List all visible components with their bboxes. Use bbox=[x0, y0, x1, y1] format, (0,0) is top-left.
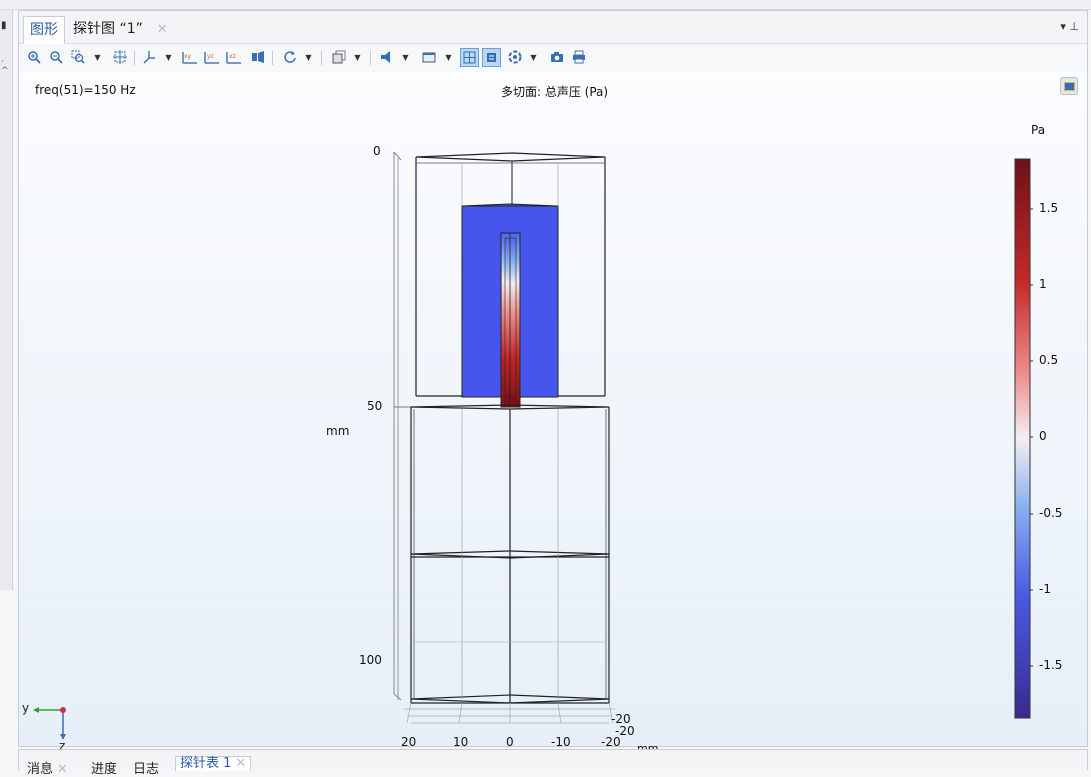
triad-y-label: y bbox=[22, 701, 30, 715]
view-yz-icon[interactable]: yz bbox=[203, 48, 221, 66]
y-tick: 0 bbox=[506, 735, 514, 749]
colorbar-tick: -0.5 bbox=[1039, 506, 1063, 520]
more-icon[interactable]: · ^ bbox=[1, 58, 9, 76]
y-tick: 10 bbox=[453, 735, 469, 749]
tab-probe-plot-label: 探针图 “1” bbox=[73, 21, 143, 37]
floor-grid bbox=[404, 702, 615, 724]
y-tick: 20 bbox=[401, 735, 417, 749]
transparency-dropdown-icon[interactable]: ▼ bbox=[444, 48, 453, 66]
colorbar-tick: 1.5 bbox=[1039, 201, 1059, 215]
left-side-strip: ▮ · ^ bbox=[0, 10, 13, 590]
toolbar-separator bbox=[370, 51, 371, 65]
colorbar-tick: 1 bbox=[1039, 277, 1047, 291]
zoom-in-icon[interactable] bbox=[25, 48, 43, 66]
toolbar-separator bbox=[134, 51, 135, 65]
close-icon[interactable]: ✕ bbox=[157, 22, 168, 37]
colorbar-tick: -1.5 bbox=[1039, 658, 1063, 672]
pin-icon[interactable]: ▮ bbox=[1, 20, 7, 31]
graphics-canvas[interactable]: freq(51)=150 Hz 多切面: 总声压 (Pa) 0 50 mm 10… bbox=[19, 73, 1087, 755]
x-tick: -20 bbox=[615, 724, 635, 738]
z-axis-ruler bbox=[393, 151, 411, 701]
tab-messages[interactable]: 消息 ✕ bbox=[27, 758, 68, 777]
z-tick: 0 bbox=[373, 144, 381, 158]
y-tick: -10 bbox=[551, 735, 571, 749]
print-icon[interactable] bbox=[570, 48, 588, 66]
zoom-box-icon[interactable] bbox=[69, 48, 87, 66]
plot-scene bbox=[33, 151, 1033, 740]
tab-progress[interactable]: 进度 bbox=[91, 758, 117, 777]
colorbar-tick: 0.5 bbox=[1039, 353, 1059, 367]
z-tick: 50 bbox=[367, 399, 383, 413]
tab-log-label: 日志 bbox=[133, 762, 160, 777]
screenshot-icon[interactable] bbox=[548, 48, 566, 66]
tab-progress-label: 进度 bbox=[91, 762, 118, 777]
z-axis-unit: mm bbox=[326, 424, 350, 438]
zoom-out-icon[interactable] bbox=[47, 48, 65, 66]
show-grid-icon[interactable] bbox=[460, 48, 479, 67]
pressure-slice-surface bbox=[461, 203, 559, 408]
tab-probe-plot[interactable]: 探针图 “1” ✕ bbox=[67, 16, 174, 42]
tab-graphics[interactable]: 图形 bbox=[23, 16, 65, 44]
scene-light-icon[interactable] bbox=[506, 48, 524, 66]
show-axis-icon[interactable] bbox=[482, 48, 501, 67]
top-edge bbox=[0, 0, 1091, 10]
tab-bar: 图形 探针图 “1” ✕ ▾ ⊥ bbox=[19, 11, 1087, 44]
bottom-tab-bar: 消息 ✕ 进度 日志 探针表 1 ✕ bbox=[18, 749, 1088, 777]
graphics-toolbar: ▼ ▼ xy yz xz ▼ ▼ ▼ ▼ ▼ bbox=[19, 44, 1087, 72]
rotate-icon[interactable] bbox=[281, 48, 299, 66]
svg-text:xz: xz bbox=[229, 53, 236, 60]
toolbar-separator bbox=[321, 51, 322, 65]
colorbar-gradient bbox=[1014, 158, 1031, 719]
axis-orientation-icon[interactable] bbox=[140, 48, 158, 66]
colorbar-tick: 0 bbox=[1039, 429, 1047, 443]
transparency-icon[interactable] bbox=[420, 48, 438, 66]
view-xz-icon[interactable]: xz bbox=[225, 48, 243, 66]
zoom-extents-icon[interactable] bbox=[111, 48, 129, 66]
selection-icon[interactable] bbox=[330, 48, 348, 66]
rotate-dropdown-icon[interactable]: ▼ bbox=[304, 48, 313, 66]
light-icon[interactable] bbox=[377, 48, 395, 66]
colorbar-tick: -1 bbox=[1039, 582, 1051, 596]
zoom-dropdown-icon[interactable]: ▼ bbox=[93, 48, 102, 66]
tab-log[interactable]: 日志 bbox=[133, 758, 159, 777]
scene-light-dropdown-icon[interactable]: ▼ bbox=[529, 48, 538, 66]
axis-triad bbox=[33, 707, 66, 740]
tab-messages-label: 消息 bbox=[27, 762, 54, 777]
close-icon[interactable]: ✕ bbox=[57, 762, 68, 777]
go-to-view-icon[interactable] bbox=[249, 48, 267, 66]
light-dropdown-icon[interactable]: ▼ bbox=[401, 48, 410, 66]
colorbar-unit: Pa bbox=[1031, 123, 1046, 137]
toolbar-separator bbox=[272, 51, 273, 65]
graphics-window: 图形 探针图 “1” ✕ ▾ ⊥ ▼ ▼ xy yz xz ▼ ▼ ▼ ▼ ▼ bbox=[18, 10, 1088, 755]
panel-window-controls[interactable]: ▾ ⊥ bbox=[1060, 20, 1079, 33]
axis-dropdown-icon[interactable]: ▼ bbox=[164, 48, 173, 66]
svg-text:xy: xy bbox=[184, 53, 192, 60]
z-tick: 100 bbox=[359, 653, 382, 667]
svg-text:yz: yz bbox=[207, 53, 214, 60]
selection-dropdown-icon[interactable]: ▼ bbox=[353, 48, 362, 66]
view-xy-icon[interactable]: xy bbox=[181, 48, 199, 66]
